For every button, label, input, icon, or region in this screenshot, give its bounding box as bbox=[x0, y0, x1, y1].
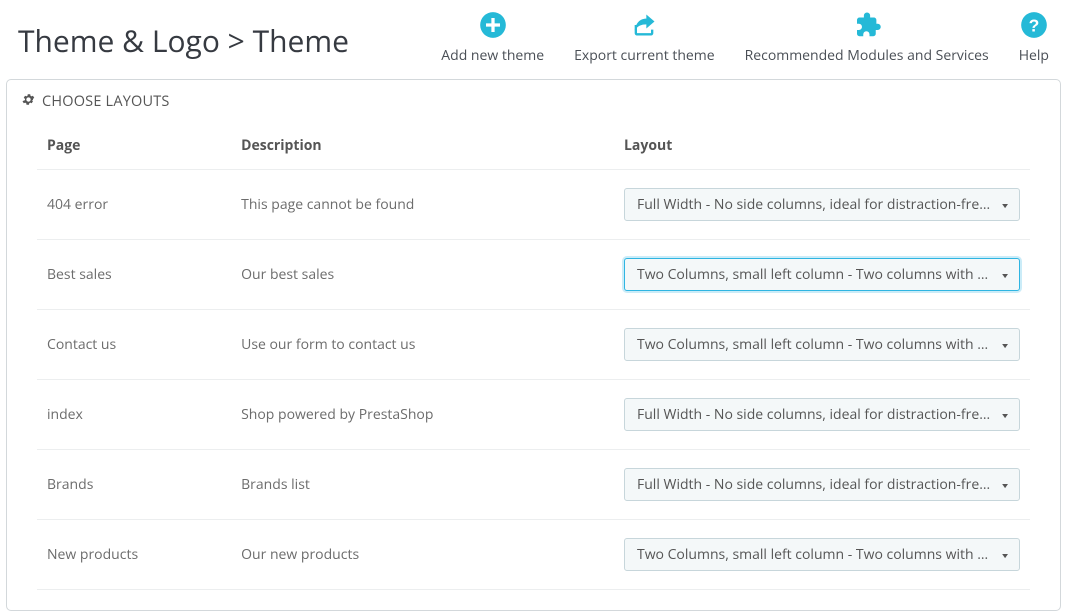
layouts-table: Page Description Layout 404 errorThis pa… bbox=[37, 122, 1030, 590]
page-header: Theme & Logo > Theme Add new theme Export… bbox=[0, 0, 1067, 73]
layout-select[interactable]: Full Width - No side columns, ideal for … bbox=[624, 258, 1020, 291]
page-name-cell: index bbox=[37, 380, 231, 450]
toolbar-label: Export current theme bbox=[574, 46, 715, 65]
toolbar-label: Help bbox=[1019, 46, 1049, 65]
export-current-theme-button[interactable]: Export current theme bbox=[574, 10, 715, 65]
toolbar: Add new theme Export current theme Recomme… bbox=[441, 10, 1049, 65]
panel-header: CHOOSE LAYOUTS bbox=[7, 80, 1060, 122]
description-cell: Shop powered by PrestaShop bbox=[231, 380, 614, 450]
description-cell: Our best sales bbox=[231, 240, 614, 310]
layout-cell: Full Width - No side columns, ideal for … bbox=[614, 450, 1030, 520]
layout-select[interactable]: Full Width - No side columns, ideal for … bbox=[624, 328, 1020, 361]
panel-title: CHOOSE LAYOUTS bbox=[42, 92, 170, 111]
description-cell: This page cannot be found bbox=[231, 170, 614, 240]
toolbar-label: Add new theme bbox=[441, 46, 544, 65]
plus-circle-icon bbox=[478, 10, 508, 40]
layout-select[interactable]: Full Width - No side columns, ideal for … bbox=[624, 188, 1020, 221]
layout-cell: Full Width - No side columns, ideal for … bbox=[614, 520, 1030, 590]
add-new-theme-button[interactable]: Add new theme bbox=[441, 10, 544, 65]
table-row: 404 errorThis page cannot be found Full W… bbox=[37, 170, 1030, 240]
svg-text:?: ? bbox=[1028, 15, 1039, 35]
layout-cell: Full Width - No side columns, ideal for … bbox=[614, 380, 1030, 450]
gears-icon bbox=[21, 90, 36, 112]
layout-select[interactable]: Full Width - No side columns, ideal for … bbox=[624, 398, 1020, 431]
column-header-description: Description bbox=[231, 122, 614, 170]
page-title: Theme & Logo > Theme bbox=[18, 10, 349, 61]
layout-cell: Full Width - No side columns, ideal for … bbox=[614, 170, 1030, 240]
page-name-cell: Contact us bbox=[37, 310, 231, 380]
share-icon bbox=[629, 10, 659, 40]
page-name-cell: New products bbox=[37, 520, 231, 590]
layout-cell: Full Width - No side columns, ideal for … bbox=[614, 240, 1030, 310]
recommended-modules-button[interactable]: Recommended Modules and Services bbox=[745, 10, 989, 65]
help-icon: ? bbox=[1019, 10, 1049, 40]
toolbar-label: Recommended Modules and Services bbox=[745, 46, 989, 65]
description-cell: Brands list bbox=[231, 450, 614, 520]
choose-layouts-panel: CHOOSE LAYOUTS Page Description Layout 4… bbox=[6, 79, 1061, 611]
layout-select[interactable]: Full Width - No side columns, ideal for … bbox=[624, 468, 1020, 501]
column-header-page: Page bbox=[37, 122, 231, 170]
help-button[interactable]: ? Help bbox=[1019, 10, 1049, 65]
layout-cell: Full Width - No side columns, ideal for … bbox=[614, 310, 1030, 380]
table-row: Best salesOur best sales Full Width - No … bbox=[37, 240, 1030, 310]
column-header-layout: Layout bbox=[614, 122, 1030, 170]
description-cell: Use our form to contact us bbox=[231, 310, 614, 380]
table-row: New productsOur new products Full Width -… bbox=[37, 520, 1030, 590]
page-name-cell: Brands bbox=[37, 450, 231, 520]
table-row: Contact usUse our form to contact us Full… bbox=[37, 310, 1030, 380]
description-cell: Our new products bbox=[231, 520, 614, 590]
puzzle-icon bbox=[852, 10, 882, 40]
layout-select[interactable]: Full Width - No side columns, ideal for … bbox=[624, 538, 1020, 571]
page-name-cell: Best sales bbox=[37, 240, 231, 310]
table-row: BrandsBrands list Full Width - No side co… bbox=[37, 450, 1030, 520]
page-name-cell: 404 error bbox=[37, 170, 231, 240]
table-row: indexShop powered by PrestaShop Full Widt… bbox=[37, 380, 1030, 450]
